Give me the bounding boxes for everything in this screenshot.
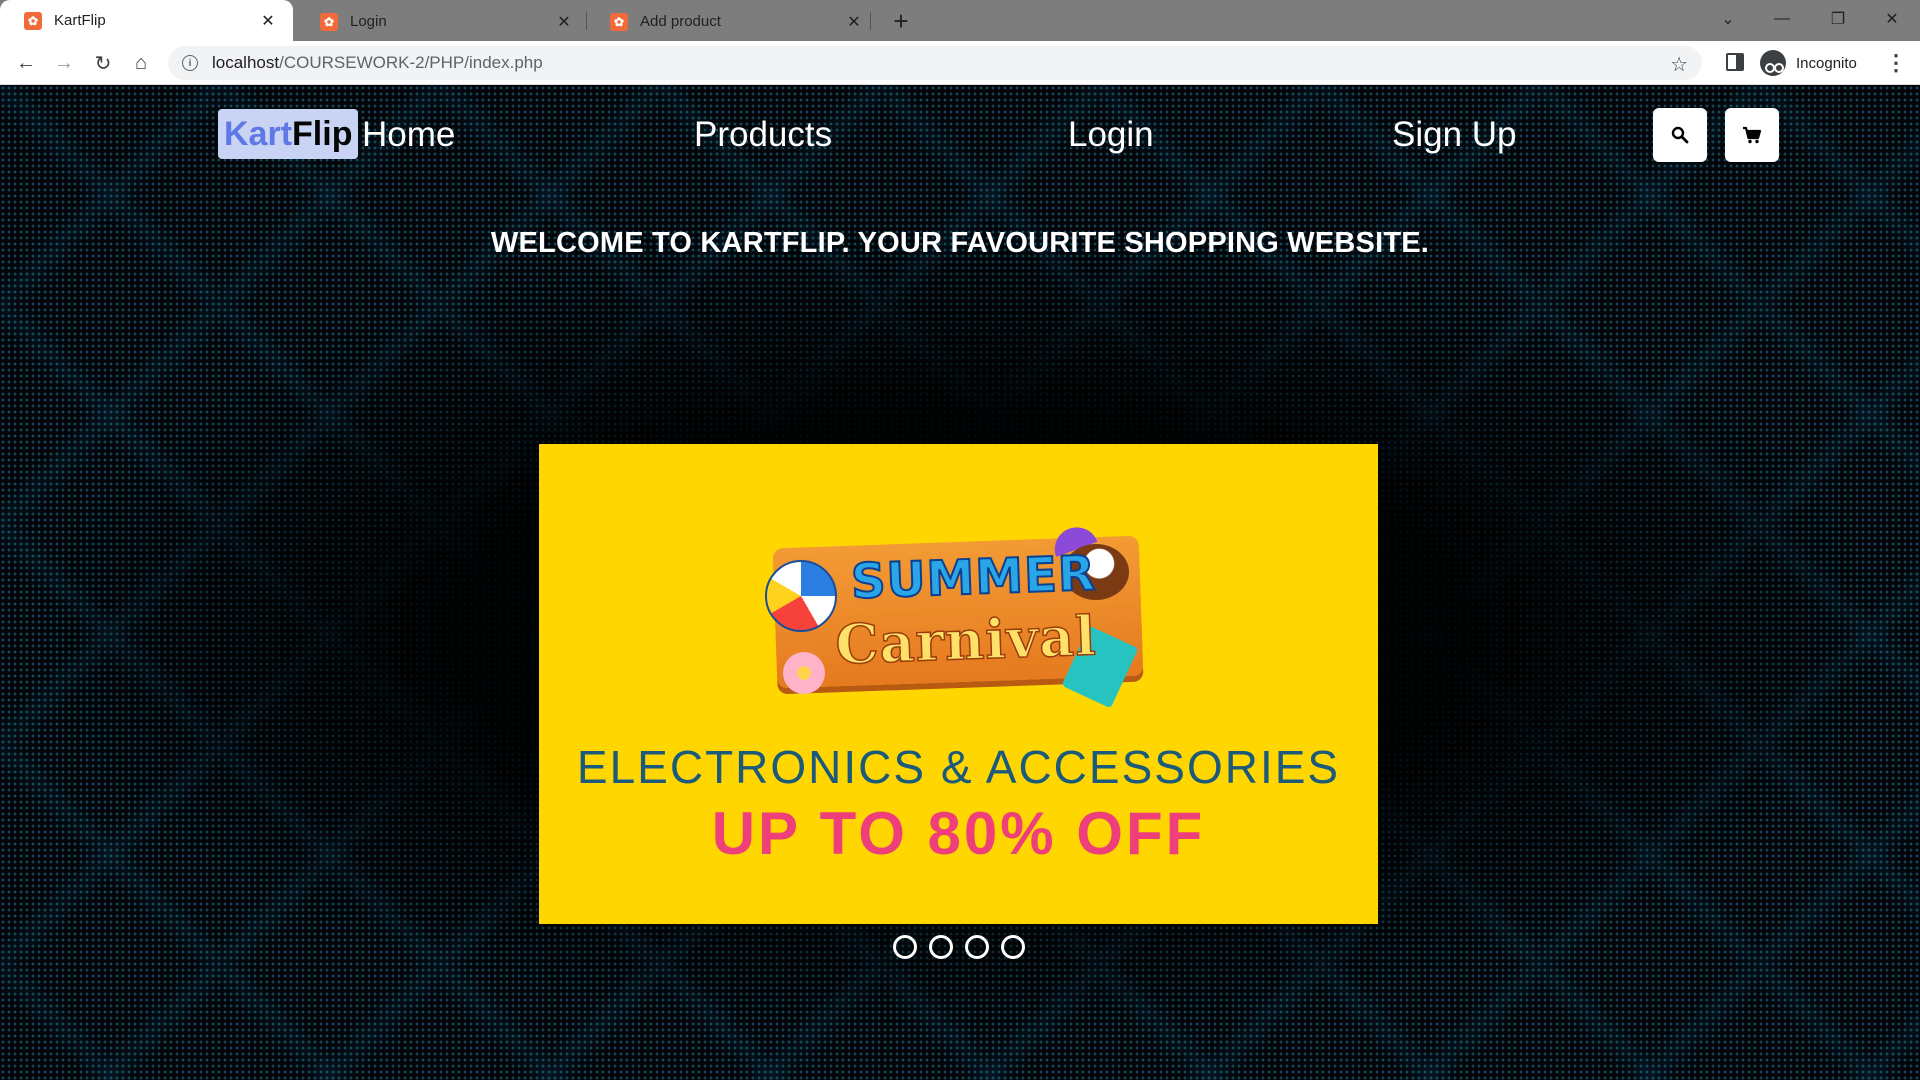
carousel-slide-banner[interactable]: SUMMER Carnival ELECTRONICS & ACCESSORIE… [539,444,1378,924]
carousel-dot-4[interactable] [1001,935,1025,959]
tab-add-product[interactable]: ✿ Add product ✕ [586,2,879,41]
cart-icon [1743,126,1762,144]
close-window-button[interactable]: ✕ [1866,0,1918,38]
nav-link-signup[interactable]: Sign Up [1392,113,1517,157]
tab-separator [870,12,871,30]
nav-link-home[interactable]: Home [362,113,455,157]
arrow-left-icon: ← [16,51,36,74]
minimize-button[interactable]: — [1756,0,1808,38]
reload-button[interactable]: ↻ [87,47,119,79]
xampp-favicon-icon: ✿ [610,12,628,31]
close-icon[interactable]: ✕ [845,12,863,32]
browser-tab-strip: ✿ KartFlip ✕ ✿ Login ✕ ✿ Add product ✕ +… [0,0,1920,41]
minimize-icon: — [1774,10,1790,27]
tab-title: Add product [640,13,721,30]
cart-button[interactable] [1725,108,1779,162]
carousel-dot-1[interactable] [893,935,917,959]
search-button[interactable] [1653,108,1707,162]
tab-title: KartFlip [54,12,106,29]
reload-icon: ↻ [94,52,112,75]
url-path: /COURSEWORK-2/PHP/index.php [279,53,543,72]
home-button[interactable]: ⌂ [125,47,157,79]
banner-discount-text: UP TO 80% OFF [711,800,1206,867]
arrow-right-icon: → [54,51,74,74]
plus-icon: + [893,5,909,36]
restore-icon: ❐ [1830,11,1846,28]
more-vert-icon: ⋮ [1885,50,1907,75]
url-host: localhost [212,53,280,72]
tab-title: Login [350,13,387,30]
info-icon[interactable]: i [182,55,198,71]
page-content: Kart Flip Home Products Login Sign Up WEL… [0,85,1920,1080]
site-logo[interactable]: Kart Flip [218,109,359,159]
search-icon [1671,126,1689,144]
bookmark-star-icon[interactable]: ☆ [1670,52,1688,77]
side-panel-icon[interactable] [1726,53,1744,71]
banner-category-text: ELECTRONICS & ACCESSORIES [576,741,1341,793]
back-button[interactable]: ← [10,47,42,79]
home-icon: ⌂ [134,51,148,74]
logo-part-flip: Flip [292,115,353,153]
incognito-label: Incognito [1796,54,1857,72]
new-tab-button[interactable]: + [884,4,918,38]
flower-graphic [783,652,825,694]
incognito-icon [1760,50,1786,76]
close-icon[interactable]: ✕ [555,12,573,32]
close-icon[interactable]: ✕ [259,11,277,31]
carousel-dot-3[interactable] [965,935,989,959]
browser-menu-button[interactable]: ⋮ [1880,47,1912,79]
xampp-favicon-icon: ✿ [24,11,42,30]
forward-button[interactable]: → [48,47,80,79]
tab-kartflip[interactable]: ✿ KartFlip ✕ [0,0,293,41]
beach-ball-graphic [765,560,837,632]
logo-part-kart: Kart [224,115,293,153]
browser-toolbar: ← → ↻ ⌂ i localhost/COURSEWORK-2/PHP/ind… [0,41,1920,85]
address-bar[interactable]: i localhost/COURSEWORK-2/PHP/index.php ☆ [168,46,1702,80]
banner-sign-summer: SUMMER [849,544,1098,611]
tab-login[interactable]: ✿ Login ✕ [296,2,589,41]
chevron-down-icon: ⌄ [1721,11,1735,28]
carousel-dot-2[interactable] [929,935,953,959]
nav-link-products[interactable]: Products [694,113,832,157]
restore-button[interactable]: ❐ [1812,0,1864,38]
close-icon: ✕ [1885,11,1899,28]
tab-search-button[interactable]: ⌄ [1702,0,1754,38]
banner-sign-carnival: Carnival [834,603,1099,678]
site-navbar: Kart Flip Home Products Login Sign Up [0,85,1920,185]
incognito-profile-button[interactable]: Incognito [1760,47,1870,79]
nav-link-login[interactable]: Login [1068,113,1154,157]
xampp-favicon-icon: ✿ [320,12,338,31]
welcome-heading: WELCOME TO KARTFLIP. YOUR FAVOURITE SHOP… [490,227,1430,259]
carousel-indicators [893,935,1029,959]
